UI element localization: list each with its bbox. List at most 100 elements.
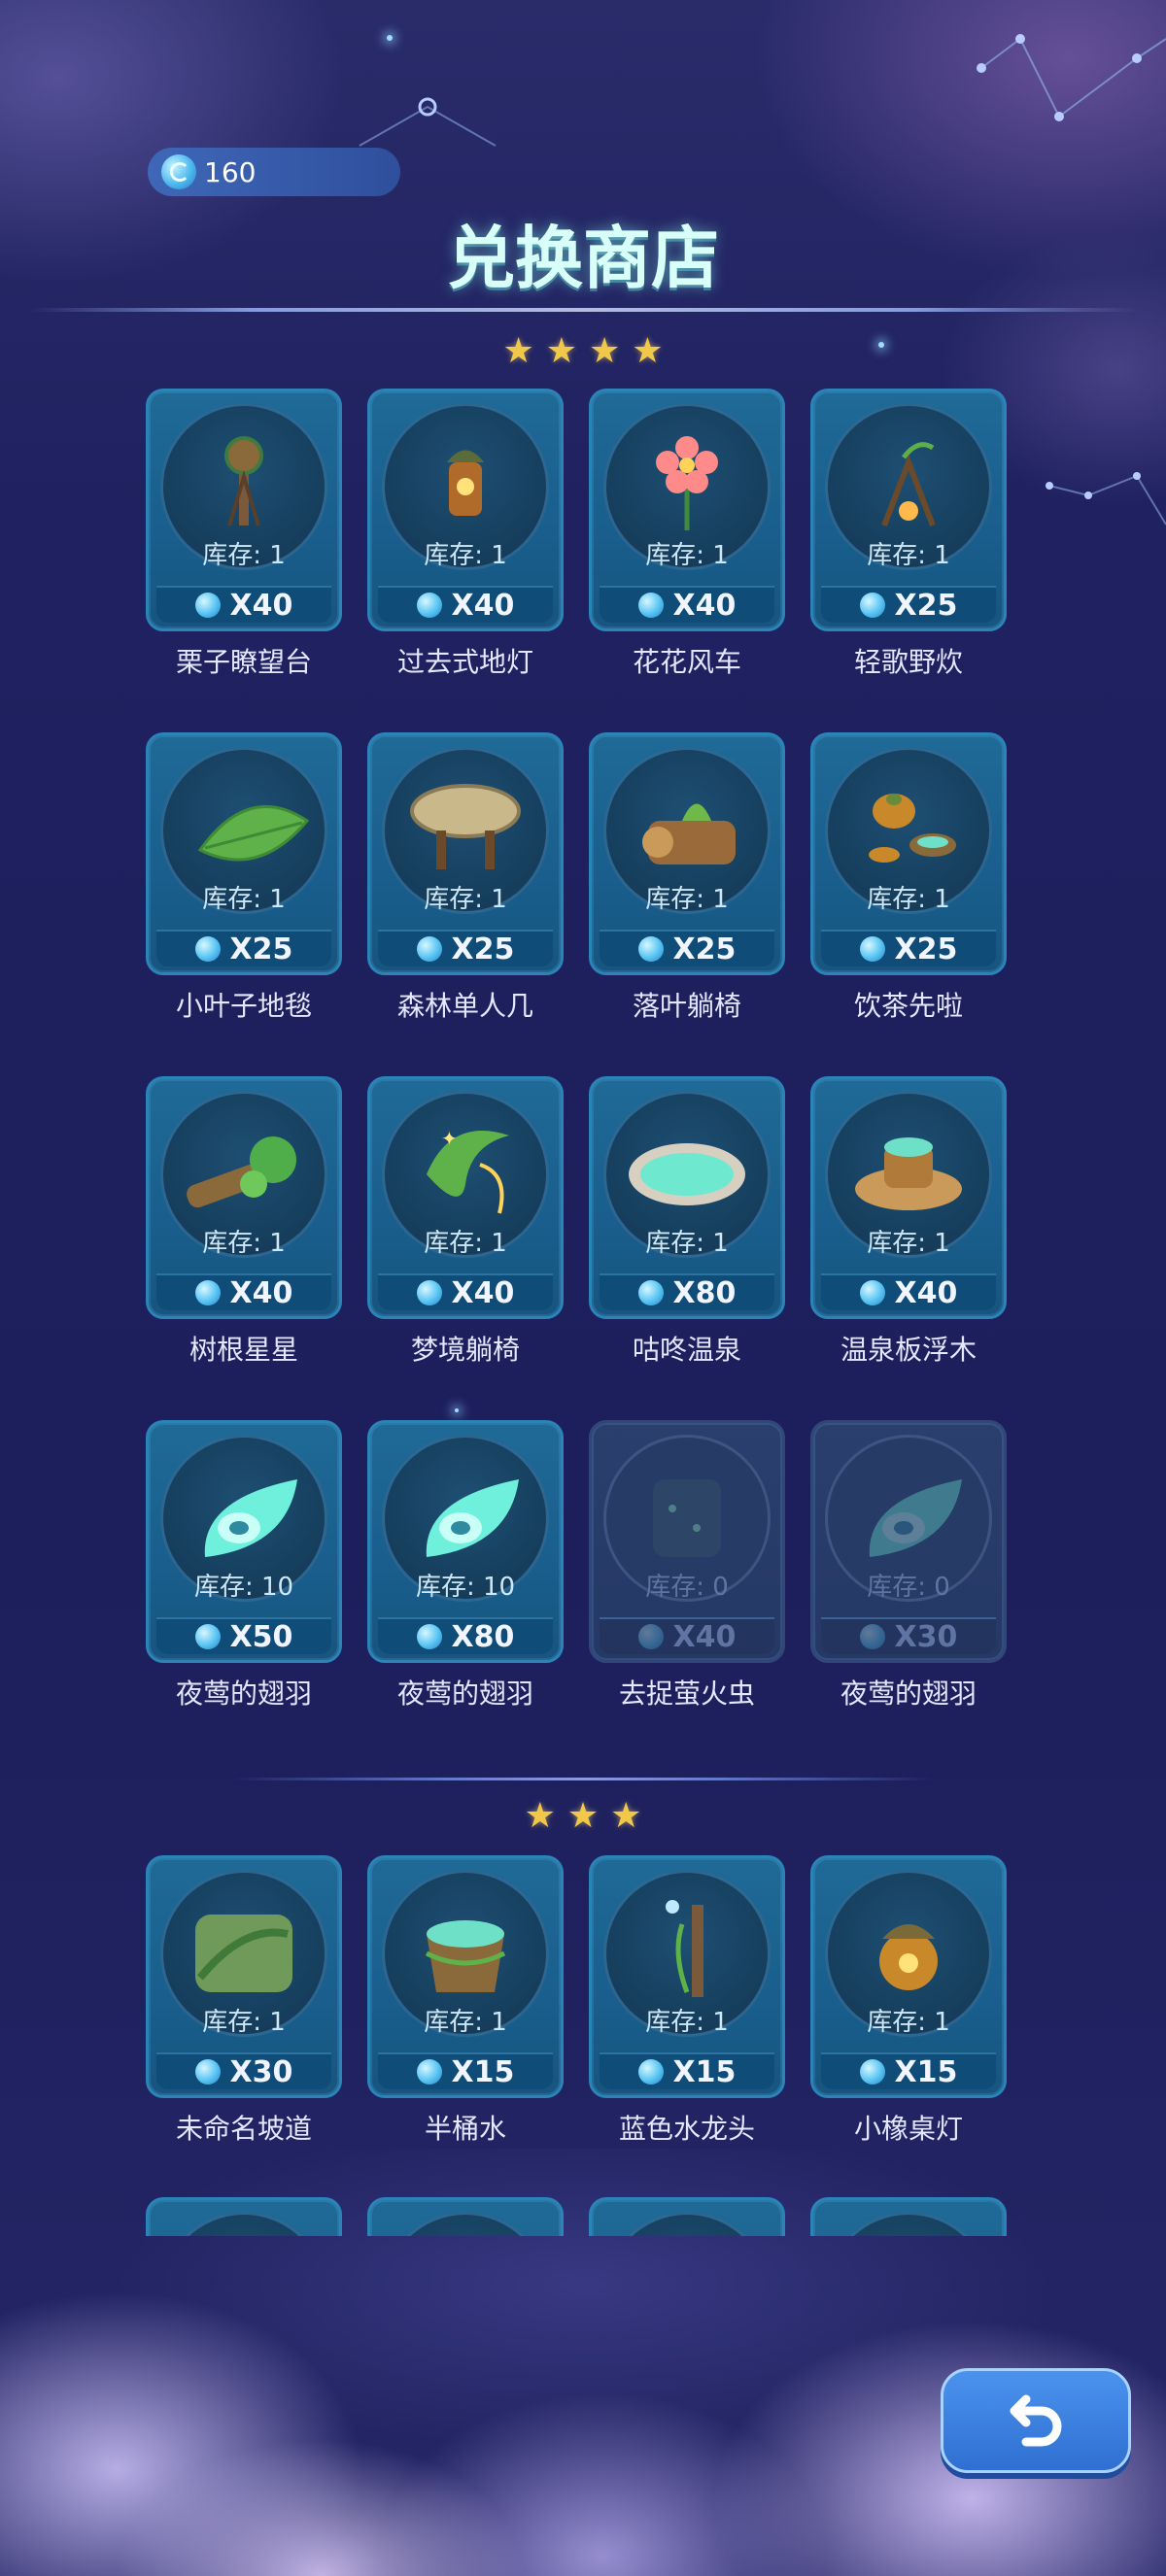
shop-card-partial[interactable]: [146, 2197, 342, 2236]
item-stock: 库存: 0: [867, 1573, 950, 1602]
shop-item-card[interactable]: 库存: 1 X25 小叶子地毯: [146, 732, 342, 1024]
gem-icon: [859, 936, 885, 962]
item-name: 夜莺的翅羽: [175, 1678, 312, 1710]
item-name: 小橡桌灯: [853, 2113, 963, 2145]
shop-item-card[interactable]: 库存: 1 X40 栗子瞭望台: [146, 389, 342, 680]
shop-item-card[interactable]: 库存: 1 X40 花花风车: [589, 389, 785, 680]
item-price: X40: [672, 588, 737, 623]
item-price: X30: [229, 2054, 293, 2089]
item-stock: 库存: 1: [867, 885, 950, 914]
item-price: X40: [894, 1275, 958, 1310]
item-price-bar: X40: [600, 1617, 774, 1654]
item-name: 咕咚温泉: [632, 1334, 741, 1366]
item-price-bar: X50: [156, 1617, 331, 1654]
item-frame: 库存: 10 X50: [146, 1420, 342, 1663]
item-stock: 库存: 1: [202, 1229, 286, 1258]
star-icon: ★: [545, 331, 577, 371]
shop-card-partial[interactable]: [367, 2197, 564, 2236]
item-price: X40: [672, 1619, 737, 1654]
shop-item-card[interactable]: 库存: 0 X40 去捉萤火虫: [589, 1420, 785, 1712]
ramp-icon: [195, 1915, 292, 1992]
item-frame: 库存: 1 X40: [589, 389, 785, 631]
shop-item-card[interactable]: 库存: 1 X30 未命名坡道: [146, 1855, 342, 2147]
shop-item-card[interactable]: 库存: 1 X25 森林单人几: [367, 732, 564, 1024]
gem-icon: [194, 1280, 221, 1305]
feather-icon: [869, 1479, 962, 1557]
tier-stars-3: ★ ★ ★: [0, 1799, 1166, 1834]
item-price: X15: [672, 2054, 737, 2089]
item-stock: 库存: 1: [202, 541, 286, 570]
item-frame: 库存: 1 X80: [589, 1076, 785, 1319]
gem-icon: [416, 593, 442, 618]
star-icon: ★: [610, 1796, 642, 1836]
item-stock: 库存: 1: [202, 885, 286, 914]
item-frame: 库存: 1 X40: [810, 1076, 1007, 1319]
shop-item-card[interactable]: 库存: 1 X15 蓝色水龙头: [589, 1855, 785, 2147]
item-price: X25: [894, 588, 958, 623]
gem-icon: [859, 1624, 885, 1649]
feather-icon: [426, 1479, 519, 1557]
item-price: X40: [451, 588, 515, 623]
shop-item-card[interactable]: ✦ 库存: 1 X40 梦境躺椅: [367, 1076, 564, 1368]
item-price-bar: X25: [156, 930, 331, 966]
dream-chair-icon: ✦: [427, 1127, 509, 1214]
currency-display: 160: [148, 148, 400, 196]
acorn-lamp-icon: [879, 1924, 938, 1990]
item-name: 未命名坡道: [175, 2113, 312, 2145]
item-frame: 库存: 1 X40: [146, 389, 342, 631]
item-price-bar: X80: [600, 1273, 774, 1310]
item-stock: 库存: 1: [424, 2008, 507, 2037]
gem-icon: [416, 2059, 442, 2085]
hot-spring-icon: [629, 1143, 745, 1205]
item-price: X40: [451, 1275, 515, 1310]
star-icon: ★: [502, 331, 534, 371]
shop-card-partial[interactable]: [589, 2197, 785, 2236]
shop-item-card[interactable]: 库存: 1 X15 小橡桌灯: [810, 1855, 1007, 2147]
item-price: X25: [894, 932, 958, 966]
shop-item-card[interactable]: 库存: 1 X25 轻歌野炊: [810, 389, 1007, 680]
item-price-bar: X40: [378, 586, 553, 623]
item-price: X80: [451, 1619, 515, 1654]
gem-icon: [161, 154, 196, 189]
item-price: X15: [451, 2054, 515, 2089]
item-price-bar: X25: [821, 930, 996, 966]
item-price: X40: [229, 1275, 293, 1310]
item-name: 过去式地灯: [396, 646, 533, 678]
item-price-bar: X40: [156, 1273, 331, 1310]
item-price-bar: X25: [378, 930, 553, 966]
glow-star-icon: [455, 1408, 459, 1412]
item-stock: 库存: 1: [424, 885, 507, 914]
item-frame: 库存: 1 X25: [810, 732, 1007, 975]
item-name: 树根星星: [189, 1334, 298, 1366]
gem-icon: [859, 1280, 885, 1305]
item-price-bar: X40: [378, 1273, 553, 1310]
gem-icon: [637, 1280, 664, 1305]
shop-item-card[interactable]: 库存: 10 X50 夜莺的翅羽: [146, 1420, 342, 1712]
shop-item-card[interactable]: 库存: 1 X15 半桶水: [367, 1855, 564, 2147]
campfire-icon: [881, 442, 936, 527]
shop-item-card[interactable]: 库存: 1 X40 树根星星: [146, 1076, 342, 1368]
shop-item-card[interactable]: 库存: 10 X80 夜莺的翅羽: [367, 1420, 564, 1712]
shop-card-partial[interactable]: [810, 2197, 1007, 2236]
shop-item-card[interactable]: 库存: 1 X40 温泉板浮木: [810, 1076, 1007, 1368]
item-name: 半桶水: [424, 2113, 506, 2145]
item-stock: 库存: 1: [645, 2008, 729, 2037]
item-frame: 库存: 10 X80: [367, 1420, 564, 1663]
shop-item-card[interactable]: 库存: 0 X30 夜莺的翅羽: [810, 1420, 1007, 1712]
item-stock: 库存: 1: [424, 1229, 507, 1258]
shop-item-card[interactable]: 库存: 1 X40 过去式地灯: [367, 389, 564, 680]
back-button[interactable]: [941, 2368, 1131, 2473]
item-name: 夜莺的翅羽: [840, 1678, 977, 1710]
leaf-rug-icon: [197, 805, 310, 862]
item-price: X25: [672, 932, 737, 966]
shop-item-card[interactable]: 库存: 1 X80 咕咚温泉: [589, 1076, 785, 1368]
faucet-icon: [666, 1900, 703, 1997]
gem-icon: [637, 593, 664, 618]
item-stock: 库存: 10: [415, 1573, 516, 1602]
firefly-jar-icon: [653, 1479, 721, 1557]
driftwood-icon: [855, 1137, 962, 1210]
shop-item-card[interactable]: 库存: 1 X25 饮茶先啦: [810, 732, 1007, 1024]
item-price-bar: X40: [821, 1273, 996, 1310]
item-price-bar: X40: [156, 586, 331, 623]
shop-item-card[interactable]: 库存: 1 X25 落叶躺椅: [589, 732, 785, 1024]
